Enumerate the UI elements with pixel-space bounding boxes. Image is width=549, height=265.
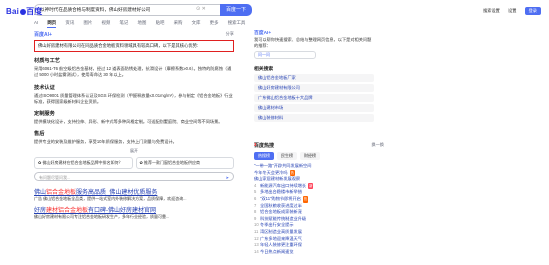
send-icon[interactable]: ➤ bbox=[226, 175, 229, 180]
search-settings-link[interactable]: 搜索设置 bbox=[483, 8, 500, 13]
search-result: 佛山铝合金地板服务高品质_佛山建材优质服务 广告 佛山铝合金地板全品类，提供一站… bbox=[34, 187, 234, 202]
related-header: 相关搜索 bbox=[254, 67, 274, 72]
section-title: 售后 bbox=[34, 131, 45, 138]
hot-search-item[interactable]: 8 铝合金地板成家装新宠 bbox=[254, 209, 384, 216]
quick-question-1[interactable]: ✿ 佛山好房建材在铝合金地板品牌中排名如何？ bbox=[34, 157, 133, 170]
ai-question-input[interactable]: 有问题尽管问我... ➤ bbox=[34, 172, 234, 182]
tab-web[interactable]: 网页 bbox=[47, 20, 57, 28]
paw-icon bbox=[19, 9, 26, 15]
main-results: 百度AI+ 分享 佛山好房建材有限公司在同品质合金地板资料领域具有较高口碑，以下… bbox=[34, 31, 234, 220]
result-title[interactable]: 好房建材铝合金地板有口碑-佛山好房建材官网 bbox=[34, 205, 234, 214]
tab-images[interactable]: 图片 bbox=[83, 20, 92, 26]
related-item[interactable]: 广东佛山铝合金地板十大品牌 bbox=[254, 94, 374, 102]
tab-ai[interactable]: AI bbox=[34, 20, 38, 25]
share-button[interactable]: 分享 bbox=[226, 31, 234, 37]
section-text: 通过ISO9001 质量管理体系认证及SGS 环保检测（甲醛释放量≤0.01mg… bbox=[34, 92, 233, 104]
tab-more[interactable]: 更多 bbox=[210, 20, 219, 26]
hot-search-text: 铝合金地板成家装新宠 bbox=[260, 209, 302, 215]
hot-search-item[interactable]: 5 多地出台稳楼市新举措 bbox=[254, 189, 384, 196]
tab-video[interactable]: 视频 bbox=[101, 20, 110, 26]
hot-search-item[interactable]: 13年轻人装修更注重环保 bbox=[254, 242, 384, 249]
result-snippet: 广告 佛山铝合金地板全品类，提供一站式室内外装修解决方案，品质保障，欢迎咨询..… bbox=[34, 196, 187, 202]
hot-search-item[interactable]: 6 "双11"购物节即将开启热 bbox=[254, 195, 384, 203]
search-result: 好房建材铝合金地板有口碑-佛山好房建材官网 佛山好房建材有限公司专注铝合金地板研… bbox=[34, 205, 234, 220]
tab-notes[interactable]: 笔记 bbox=[120, 20, 129, 26]
related-searches: 相关搜索 佛山铝合金地板厂家 佛山好房建材有限公司 广东佛山铝合金地板十大品牌 … bbox=[254, 65, 374, 122]
hot-search-panel: 百度热搜 换一换 热搜榜 民生榜 财经榜 1 "一带一路"开辟共同发展新空间 2 今年… bbox=[254, 142, 384, 255]
section-title: 定制服务 bbox=[34, 111, 55, 118]
chip-finance[interactable]: 财经榜 bbox=[300, 152, 320, 160]
related-item[interactable]: 佛山建材市场 bbox=[254, 104, 374, 112]
tab-purchase[interactable]: 采购 bbox=[174, 20, 183, 26]
sidebar-ai-input[interactable]: 问一问 bbox=[254, 51, 316, 59]
section-text: 提供专业的安装及维护服务，享受10年质保服务，支持上门测量与免费设计。 bbox=[34, 139, 177, 145]
tab-tieba[interactable]: 贴吧 bbox=[156, 20, 165, 26]
hot-search-text: 今日热点新闻速览 bbox=[260, 248, 294, 254]
login-button[interactable]: 登录 bbox=[524, 7, 541, 15]
section-title: 技术认证 bbox=[34, 84, 55, 91]
refresh-button[interactable]: 换一换 bbox=[371, 142, 384, 148]
section-title: 材质与工艺 bbox=[34, 58, 60, 65]
tab-map[interactable]: 地图 bbox=[138, 20, 147, 26]
related-item[interactable]: 佛山好房建材有限公司 bbox=[254, 84, 374, 92]
top-bar: Bai 百度 以神时代在品质合格与制度资料，佛山好房建材好公司 ⊙ ✕ 百度一下 … bbox=[0, 0, 549, 20]
section-text: 采用6061-T6 航空级铝合金基材，经过 12 道表面防锈处理，抗滑设计（摩擦… bbox=[34, 66, 232, 78]
settings-link[interactable]: 设置 bbox=[508, 8, 516, 13]
hot-search-item[interactable]: 11 湾区制造业高质量发展 bbox=[254, 229, 384, 236]
hot-search-chips: 热搜榜 民生榜 财经榜 bbox=[254, 152, 384, 160]
sidebar-ai-text: 我可以帮你快速搜索、总结与整理网页信息，以下是对相关问题的推荐： bbox=[254, 37, 372, 48]
hot-search-item[interactable]: 10冬季出行安全提示 bbox=[254, 222, 384, 229]
tab-search-tools[interactable]: 搜索工具 bbox=[228, 20, 246, 26]
sidebar-ai-box: 百度AI+ 我可以帮你快速搜索、总结与整理网页信息，以下是对相关问题的推荐： 问… bbox=[254, 31, 374, 59]
hot-search-text: 年轻人装修更注重环保 bbox=[260, 242, 302, 248]
hot-search-item[interactable]: 3 佛山家居建材新发展观察 bbox=[254, 142, 384, 183]
hot-tag-badge: 新 bbox=[308, 182, 314, 190]
hot-search-text: 新能源汽车出口持续增长 bbox=[260, 182, 307, 188]
related-item[interactable]: 佛山装修材料 bbox=[254, 114, 374, 122]
hot-search-text: "双11"购物节即将开启 bbox=[260, 195, 301, 201]
sidebar: 百度AI+ 我可以帮你快速搜索、总结与整理网页信息，以下是对相关问题的推荐： 问… bbox=[254, 31, 374, 124]
search-tools-icons[interactable]: ⊙ ✕ bbox=[196, 6, 206, 12]
hot-search-header: 百度热搜 换一换 bbox=[254, 142, 384, 149]
hot-search-text: 今年冬天会更冷吗 bbox=[254, 169, 288, 175]
quick-questions: ✿ 佛山好房建材在铝合金地板品牌中排名如何？ ✿ 推荐一款门窗铝合金地板供应商 bbox=[34, 157, 234, 170]
search-input[interactable]: 以神时代在品质合格与制度资料，佛山好房建材好公司 bbox=[34, 4, 220, 16]
tab-news[interactable]: 资讯 bbox=[65, 20, 74, 26]
hot-search-text: 全国秋粮收获进度过半 bbox=[260, 202, 302, 208]
hot-search-list: 1 "一带一路"开辟共同发展新空间 2 今年冬天会更冷吗热 3 佛山家居建材新发展观察 4 新… bbox=[254, 142, 384, 256]
ai-input-placeholder: 有问题尽管问我... bbox=[39, 175, 71, 181]
expand-button[interactable]: 展开 bbox=[34, 148, 234, 154]
hot-search-text: 湾区制造业高质量发展 bbox=[260, 228, 302, 234]
hot-search-text: 多地出台稳楼市新举措 bbox=[260, 189, 302, 195]
search-tabs: AI 网页 资讯 图片 视频 笔记 地图 贴吧 采购 文库 更多 搜索工具 bbox=[34, 20, 253, 28]
hot-search-item[interactable]: 1 "一带一路"开辟共同发展新空间 bbox=[254, 142, 384, 170]
rank-number: 3 bbox=[254, 142, 257, 147]
tab-wenku[interactable]: 文库 bbox=[192, 20, 201, 26]
hot-search-text: 冬季出行安全提示 bbox=[260, 222, 294, 228]
related-item[interactable]: 佛山铝合金地板厂家 bbox=[254, 74, 374, 82]
hot-search-text: 科技赋能传统制造业升级 bbox=[260, 215, 307, 221]
hot-search-item[interactable]: 14今日热点新闻速览 bbox=[254, 249, 384, 256]
hot-search-text: 佛山家居建材新发展观察 bbox=[254, 176, 301, 182]
top-right-links: 搜索设置 设置 登录 bbox=[476, 7, 541, 15]
search-button[interactable]: 百度一下 bbox=[220, 4, 252, 16]
quick-question-2[interactable]: ✿ 推荐一款门窗铝合金地板供应商 bbox=[135, 157, 234, 170]
ai-answer-highlight: 佛山好房建材有限公司在同品质合金地板资料领域具有较高口碑，以下是其核心优势: bbox=[34, 40, 234, 53]
ai-answer-header: 百度AI+ 分享 bbox=[34, 31, 234, 39]
result-snippet: 佛山好房建材有限公司专注铝合金地板研发生产，多年行业经验，质量可靠... bbox=[34, 214, 170, 220]
ai-answer-title: 百度AI+ bbox=[34, 32, 52, 38]
hot-search-text: 广东多地迎来降温天气 bbox=[260, 235, 302, 241]
hot-tag-badge: 热 bbox=[302, 195, 309, 203]
chip-livelihood[interactable]: 民生榜 bbox=[277, 152, 297, 160]
section-text: 提供模块化设计，支持拉伸、异形、新中式等多种风格定制。可适配别墅庭院、商业空间等… bbox=[34, 119, 223, 125]
hot-search-text: "一带一路"开辟共同发展新空间 bbox=[254, 163, 312, 168]
